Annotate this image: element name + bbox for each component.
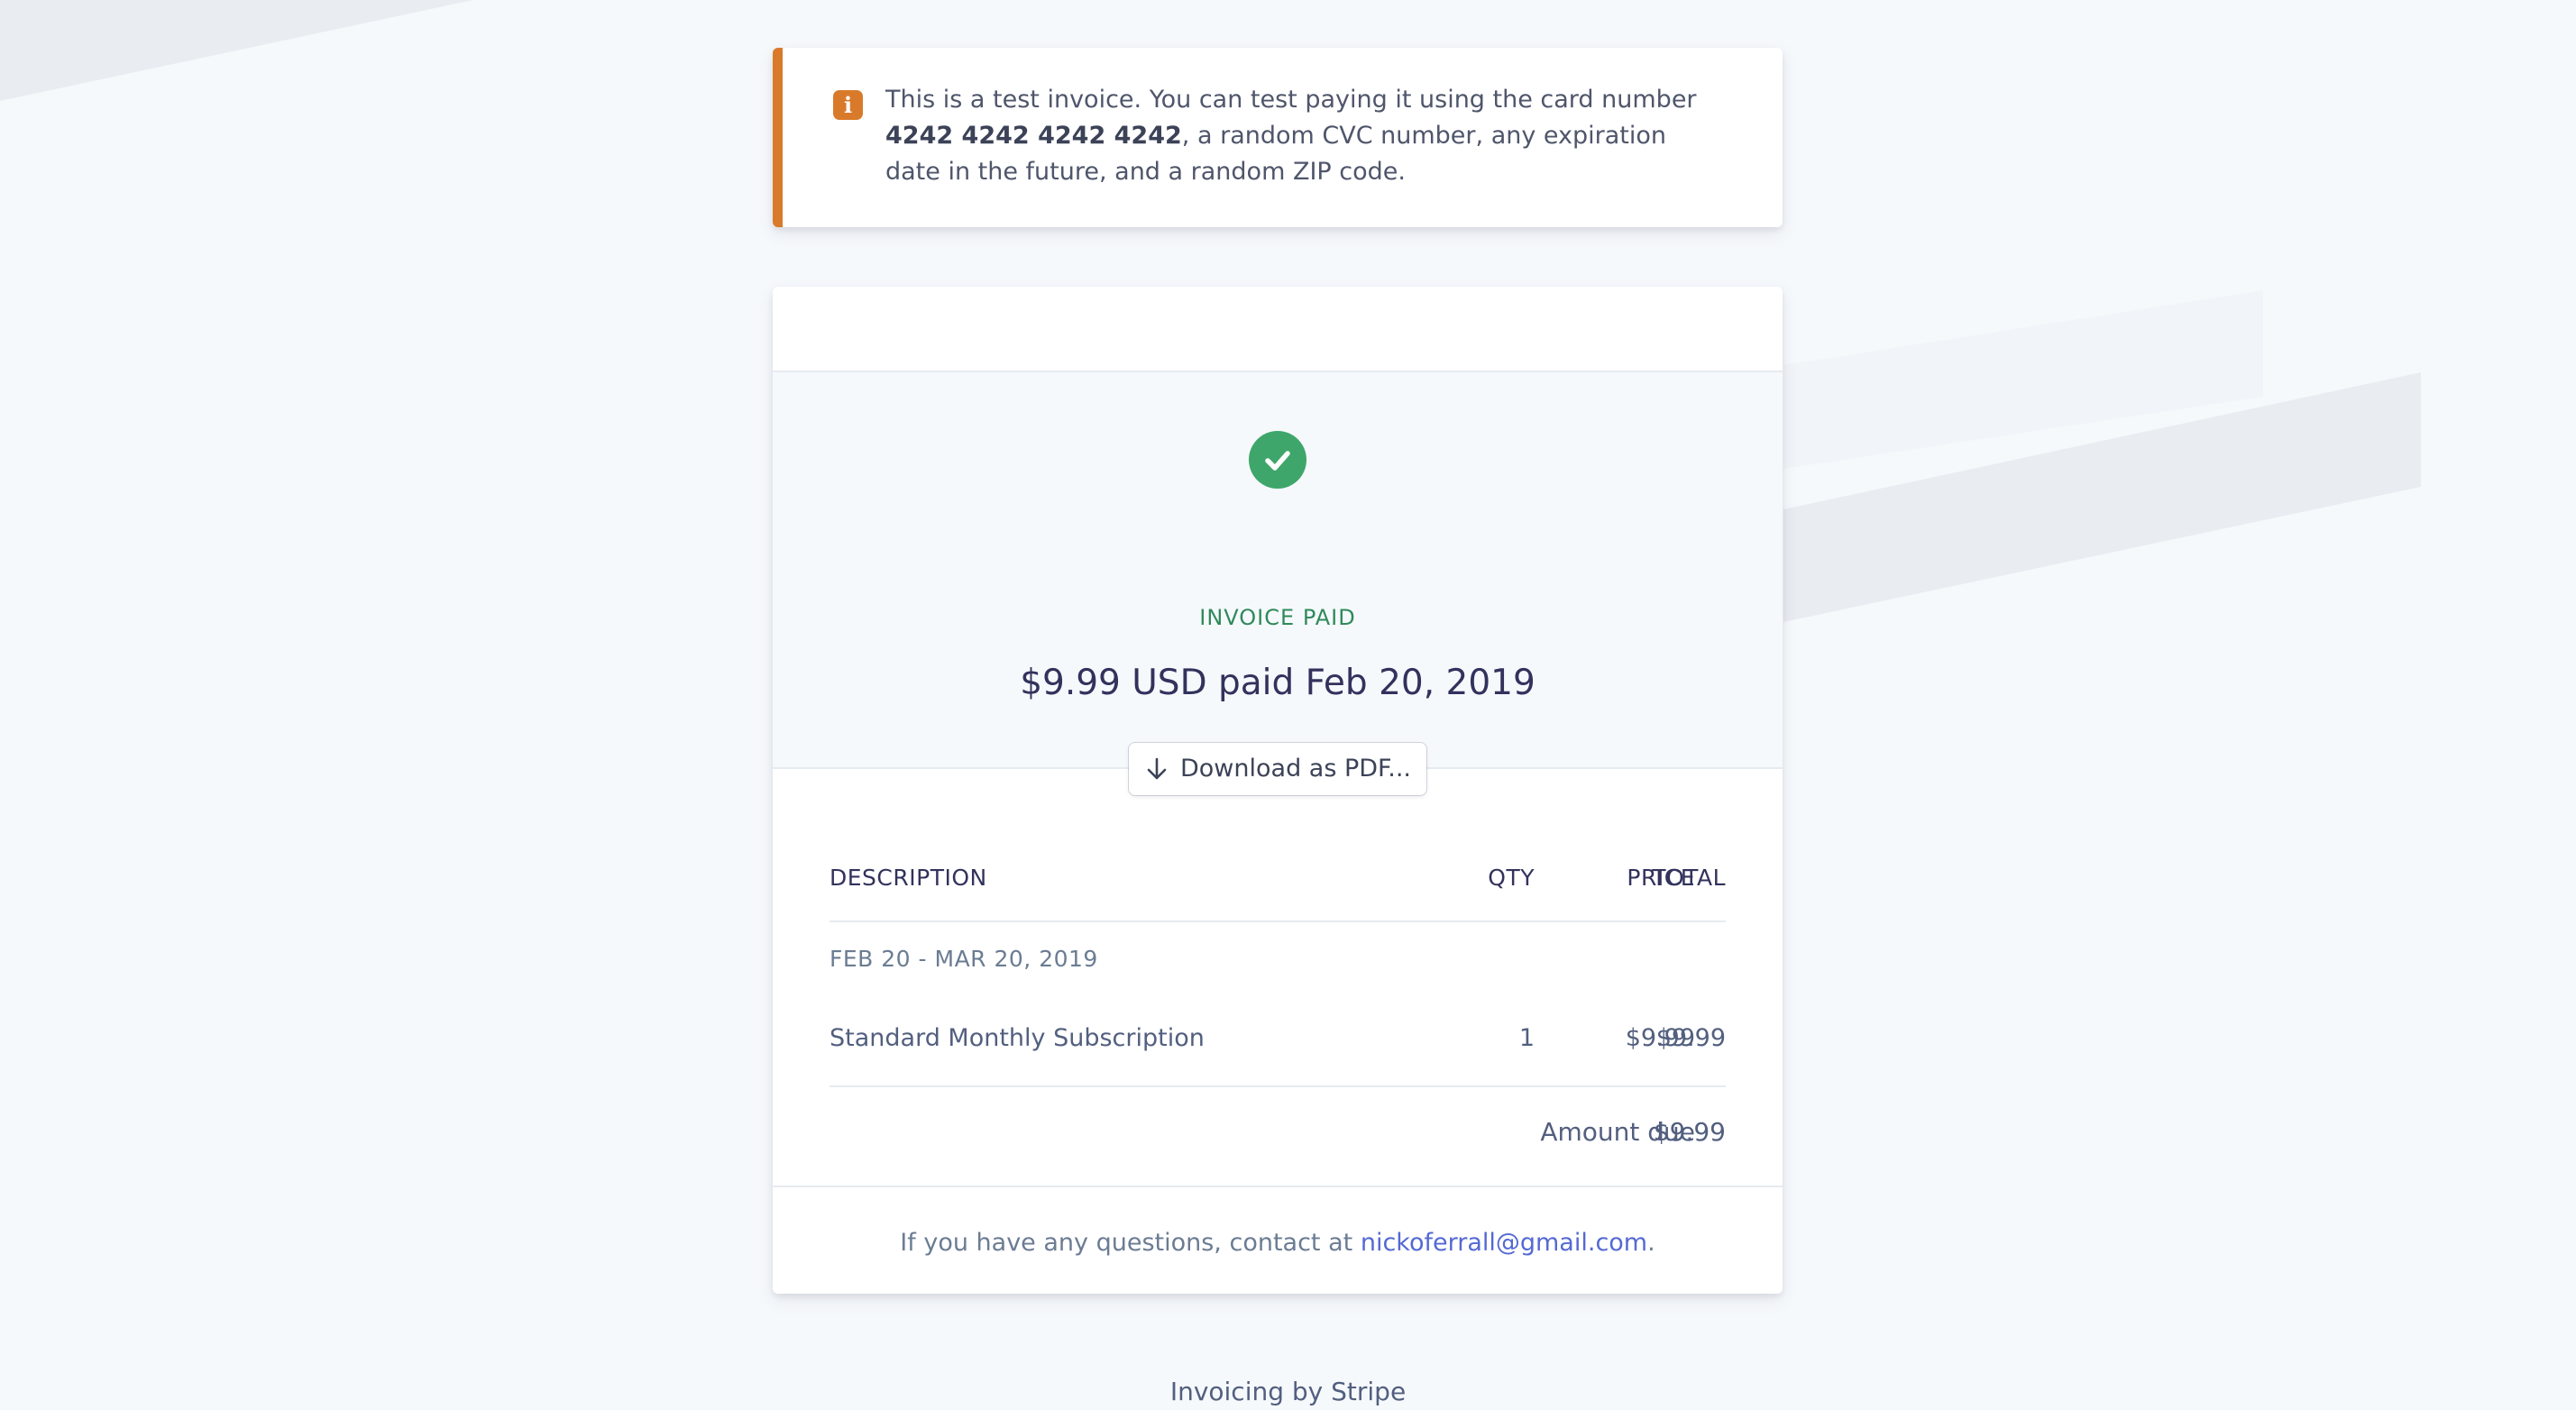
invoice-card: INVOICE PAID $9.99 USD paid Feb 20, 2019… <box>773 287 1783 1294</box>
header-qty: QTY <box>1488 865 1535 891</box>
info-icon: i <box>833 90 863 120</box>
header-divider <box>830 920 1726 922</box>
item-description: Standard Monthly Subscription <box>830 1024 1205 1052</box>
notice-text-before: This is a test invoice. You can test pay… <box>885 86 1697 114</box>
item-qty: 1 <box>1518 1024 1535 1052</box>
card-header <box>773 287 1783 372</box>
payment-status-section: INVOICE PAID $9.99 USD paid Feb 20, 2019… <box>773 372 1783 795</box>
header-total: TOTAL <box>1652 865 1726 891</box>
contact-email-link[interactable]: nickoferrall@gmail.com <box>1361 1229 1647 1257</box>
powered-by-stripe[interactable]: Invoicing by Stripe <box>0 1377 2576 1406</box>
line-items-table: DESCRIPTION QTY PRICE TOTAL FEB 20 - MAR… <box>773 769 1783 1187</box>
amount-due-value: $9.99 <box>1653 1117 1726 1147</box>
test-card-number: 4242 4242 4242 4242 <box>885 122 1182 150</box>
notice-text: This is a test invoice. You can test pay… <box>885 82 1724 190</box>
header-description: DESCRIPTION <box>830 865 987 891</box>
check-circle-icon <box>1249 431 1306 489</box>
billing-period: FEB 20 - MAR 20, 2019 <box>830 946 1098 972</box>
contact-footer: If you have any questions, contact at ni… <box>773 1187 1783 1294</box>
test-invoice-notice: i This is a test invoice. You can test p… <box>773 48 1783 227</box>
invoice-status-label: INVOICE PAID <box>1199 605 1356 630</box>
item-total: $9.99 <box>1655 1024 1726 1052</box>
contact-prefix: If you have any questions, contact at <box>900 1229 1353 1257</box>
items-divider <box>830 1085 1726 1087</box>
contact-suffix: . <box>1647 1229 1655 1257</box>
paid-summary: $9.99 USD paid Feb 20, 2019 <box>1020 663 1536 703</box>
